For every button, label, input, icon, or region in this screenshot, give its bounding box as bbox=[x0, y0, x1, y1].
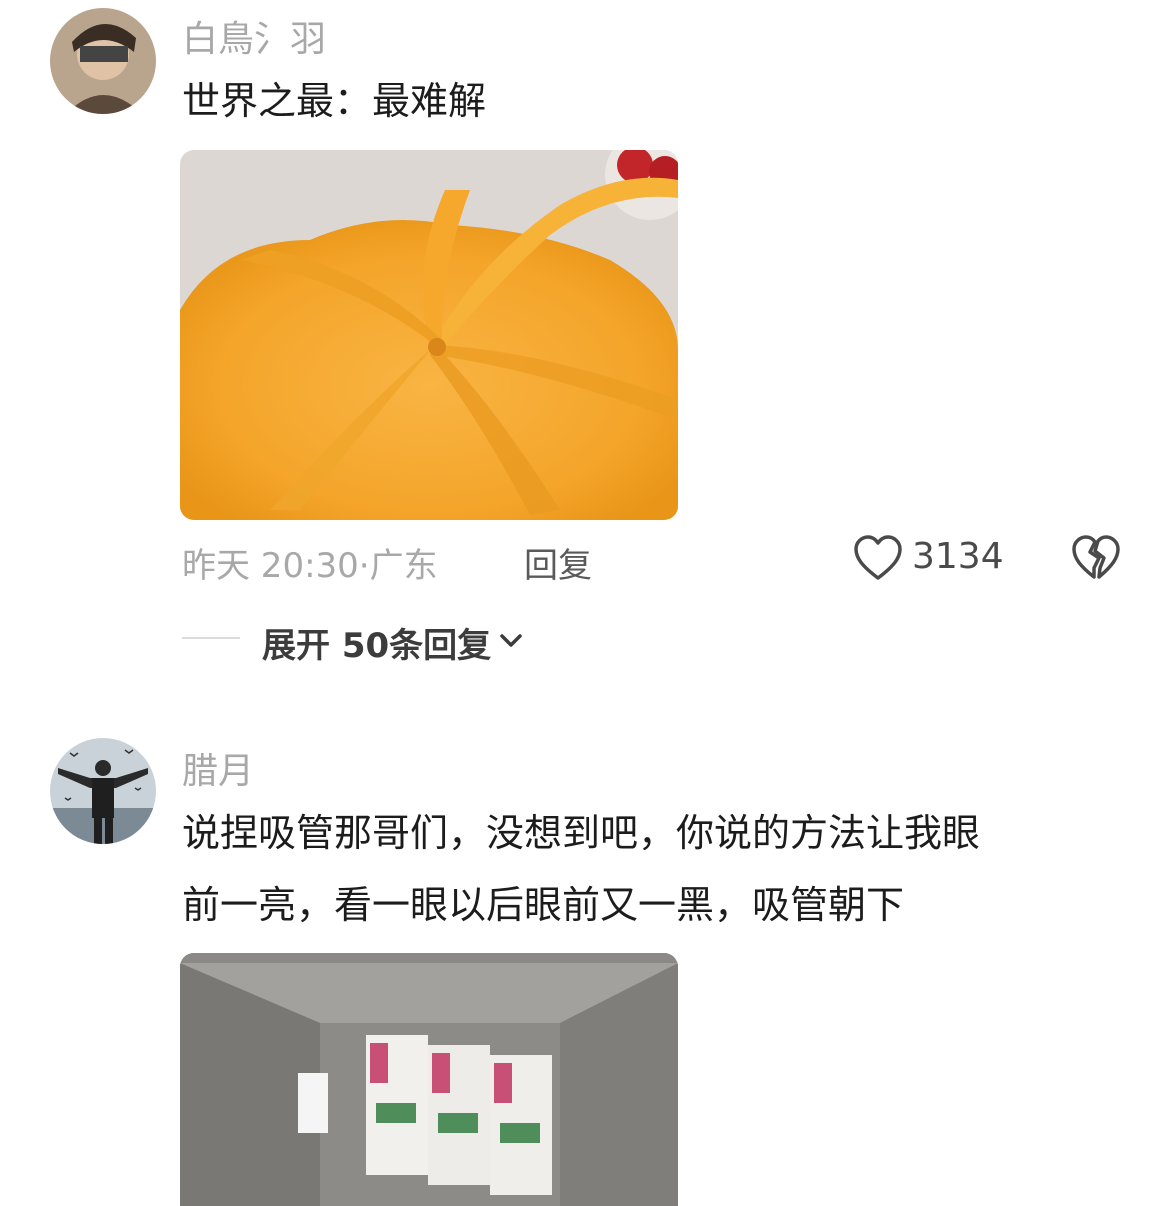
expand-replies-button[interactable]: 展开 50条回复 bbox=[262, 618, 523, 667]
chevron-down-icon bbox=[499, 633, 523, 653]
comment-text-line: 说捏吸管那哥们，没想到吧，你说的方法让我眼 bbox=[182, 811, 981, 855]
orange-bag-photo bbox=[180, 150, 678, 520]
comment-text: 世界之最：最难解 bbox=[182, 79, 487, 123]
expand-replies-label: 展开 50条回复 bbox=[262, 626, 492, 666]
avatar[interactable] bbox=[50, 8, 156, 114]
meta-separator: · bbox=[358, 546, 370, 586]
comment-meta: 昨天 20:30·广东 bbox=[182, 538, 438, 587]
like-count: 3134 bbox=[912, 536, 1004, 577]
comment-text-line: 前一亮，看一眼以后眼前又一黑，吸管朝下 bbox=[182, 883, 905, 927]
avatar[interactable] bbox=[50, 738, 156, 844]
comment-image[interactable] bbox=[180, 150, 678, 520]
avatar-photo bbox=[50, 8, 156, 114]
heart-outline-icon[interactable] bbox=[852, 534, 904, 582]
comment-location: 广东 bbox=[369, 546, 438, 586]
reply-button[interactable]: 回复 bbox=[524, 538, 592, 587]
username[interactable]: 白鳥氵羽 bbox=[182, 10, 326, 62]
avatar-photo bbox=[50, 738, 156, 844]
comment-time: 昨天 20:30 bbox=[182, 546, 359, 586]
box-with-milk-cartons-photo bbox=[180, 953, 678, 1206]
broken-heart-icon[interactable] bbox=[1070, 534, 1122, 582]
divider-line bbox=[182, 637, 240, 639]
comment-image[interactable] bbox=[180, 953, 678, 1206]
username[interactable]: 腊月 bbox=[182, 742, 254, 794]
